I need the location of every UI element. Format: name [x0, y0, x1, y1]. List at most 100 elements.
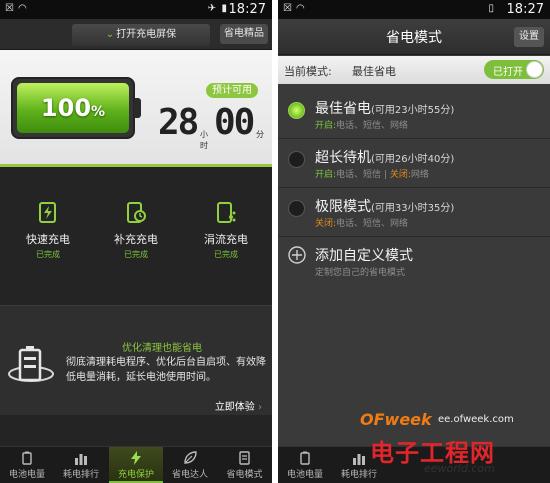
current-mode-bar: 当前模式: 最佳省电 已打开 — [278, 56, 550, 84]
mode-icon — [238, 451, 250, 465]
mode-duration: (可用26小时40分) — [371, 154, 455, 165]
nav-power-expert-label: 省电达人 — [171, 470, 208, 480]
mode-desc: 开启:电话、短信、网络 — [315, 118, 408, 131]
mode-title: 最佳省电 — [315, 101, 371, 117]
brand-logo-text: OFweek — [360, 410, 432, 429]
nav-consumption-rank-label: 耗电排行 — [340, 470, 377, 480]
radio-selected-icon[interactable] — [288, 102, 305, 119]
close-icon: ☒ — [5, 3, 14, 14]
brand-domain: ee.ofweek.com — [438, 414, 514, 425]
nav-consumption-rank-label: 耗电排行 — [62, 470, 99, 480]
nav-charge-protect-label: 充电保护 — [117, 470, 154, 480]
estimate-badge: 预计可用 — [206, 83, 258, 98]
trickle-charge-label: 涓流充电 — [204, 233, 248, 246]
divider — [278, 138, 550, 139]
nav-consumption-rank[interactable]: 耗电排行 — [54, 447, 108, 483]
cleanup-battery-icon — [8, 346, 54, 382]
nav-battery-level-label: 电池电量 — [8, 470, 45, 480]
trickle-charge-item[interactable]: 涓流充电 已完成 — [190, 200, 262, 260]
status-time: 18:27 — [506, 2, 544, 17]
toggle-knob — [526, 61, 543, 78]
optimize-panel: 优化清理也能省电 彻底清理耗电程序、优化后台自启项、有效降低电量消耗，延长电池使… — [0, 305, 272, 415]
mode-toggle-label: 已打开 — [493, 67, 523, 78]
close-icon: ☒ — [283, 3, 292, 14]
nav-power-expert[interactable]: 省电达人 — [163, 447, 217, 483]
top-up-charge-item[interactable]: 补充充电 已完成 — [100, 200, 172, 260]
nav-battery-level[interactable]: 电池电量 — [278, 447, 332, 483]
optimize-title: 优化清理也能省电 — [122, 343, 202, 354]
on-label: 开启: — [315, 121, 337, 131]
mode-duration: (可用23小时55分) — [371, 105, 455, 116]
divider — [278, 236, 550, 237]
nav-charge-protect[interactable]: 充电保护 — [109, 447, 163, 483]
chevron-down-icon: ⌄ — [105, 29, 115, 40]
off-label: 关闭: — [389, 170, 411, 180]
lightning-icon — [131, 451, 141, 465]
battery-status-icon: ▮ — [221, 3, 227, 14]
current-mode-value: 最佳省电 — [352, 65, 396, 78]
top-up-charge-label: 补充充电 — [114, 233, 158, 246]
battery-icon — [22, 451, 32, 465]
nav-battery-level[interactable]: 电池电量 — [0, 447, 54, 483]
mode-name: 最佳省电(可用23小时55分) — [315, 98, 454, 118]
try-now-link[interactable]: 立即体验 › — [215, 398, 262, 413]
status-bar: ☒ ◠ ▯ 18:27 — [278, 0, 550, 19]
watermark-url: eeworld.com — [424, 462, 495, 475]
custom-mode-title: 添加自定义模式 — [315, 248, 413, 264]
off-label: 关闭: — [315, 219, 337, 229]
battery-gauge: 100% — [11, 77, 141, 139]
fast-charge-item[interactable]: 快速充电 已完成 — [12, 200, 84, 260]
custom-mode-desc: 定制您自己的省电模式 — [315, 268, 406, 278]
top-up-charge-status: 已完成 — [124, 250, 148, 259]
on-items: 电话、短信、网络 — [336, 121, 409, 131]
title-bar: 省电模式 设置 — [278, 19, 550, 55]
timer-charge-icon — [127, 202, 146, 223]
wifi-icon: ◠ — [296, 3, 305, 14]
trickle-charge-status: 已完成 — [214, 250, 238, 259]
mode-name: 极限模式(可用33小时35分) — [315, 196, 454, 216]
open-charge-screensaver-tab[interactable]: ⌄ 打开充电屏保 — [72, 24, 210, 46]
mute-icon: ✈ — [207, 3, 216, 14]
left-phone-screen: ☒ ◠ ✈ ▮ 18:27 ⌄ 打开充电屏保 省电精品 100% 预计可用 28 … — [0, 0, 272, 483]
radio-unselected-icon[interactable] — [288, 151, 305, 168]
leaf-icon — [184, 451, 197, 464]
battery-cap — [134, 98, 141, 118]
bottom-nav: 电池电量 耗电排行 充电保护 省电达人 省电模式 — [0, 446, 272, 483]
battery-percent: 100% — [13, 79, 133, 137]
hours-value: 28 — [158, 102, 199, 143]
off-items: 网络 — [410, 170, 429, 180]
radio-unselected-icon[interactable] — [288, 200, 305, 217]
hours-unit: 小时 — [200, 130, 208, 150]
screenshot-canvas: ☒ ◠ ✈ ▮ 18:27 ⌄ 打开充电屏保 省电精品 100% 预计可用 28 … — [0, 0, 550, 483]
minutes-value: 00 — [214, 102, 255, 143]
battery-percent-value: 100 — [40, 94, 92, 122]
mode-desc: 关闭:电话、短信、网络 — [315, 216, 408, 229]
mode-desc: 开启:电话、短信 | 关闭:网络 — [315, 167, 429, 180]
optimize-description: 彻底清理耗电程序、优化后台自启项、有效降低电量消耗，延长电池使用时间。 — [66, 357, 266, 383]
mode-title: 超长待机 — [315, 150, 371, 166]
bar-chart-icon — [75, 454, 87, 465]
divider — [278, 187, 550, 188]
battery-status-icon: ▯ — [488, 3, 494, 14]
chevron-right-icon: › — [258, 402, 262, 413]
settings-button[interactable]: 设置 — [514, 27, 544, 47]
on-label: 开启: — [315, 170, 337, 180]
add-circle-icon — [288, 246, 306, 264]
status-bar: ☒ ◠ ✈ ▮ 18:27 — [0, 0, 272, 19]
charge-mode-list: 快速充电 已完成 补充充电 已完成 涓流充电 已完成 — [0, 200, 272, 280]
nav-power-mode[interactable]: 省电模式 — [217, 447, 272, 483]
elite-apps-button[interactable]: 省电精品 — [220, 24, 268, 44]
try-now-label: 立即体验 — [214, 402, 255, 413]
minutes-unit: 分 — [256, 130, 264, 139]
mode-title: 极限模式 — [315, 199, 371, 215]
mode-duration: (可用33小时35分) — [371, 203, 455, 214]
page-title: 省电模式 — [386, 30, 442, 46]
battery-percent-sign: % — [91, 104, 106, 120]
bar-chart-icon — [353, 454, 365, 465]
mode-toggle[interactable]: 已打开 — [484, 60, 544, 79]
battery-panel: 100% 预计可用 28 小时 00 分 — [0, 50, 272, 167]
add-custom-mode[interactable]: 添加自定义模式 定制您自己的省电模式 — [278, 243, 550, 293]
wifi-icon: ◠ — [18, 3, 27, 14]
mode-name: 超长待机(可用26小时40分) — [315, 147, 454, 167]
nav-battery-level-label: 电池电量 — [286, 470, 323, 480]
